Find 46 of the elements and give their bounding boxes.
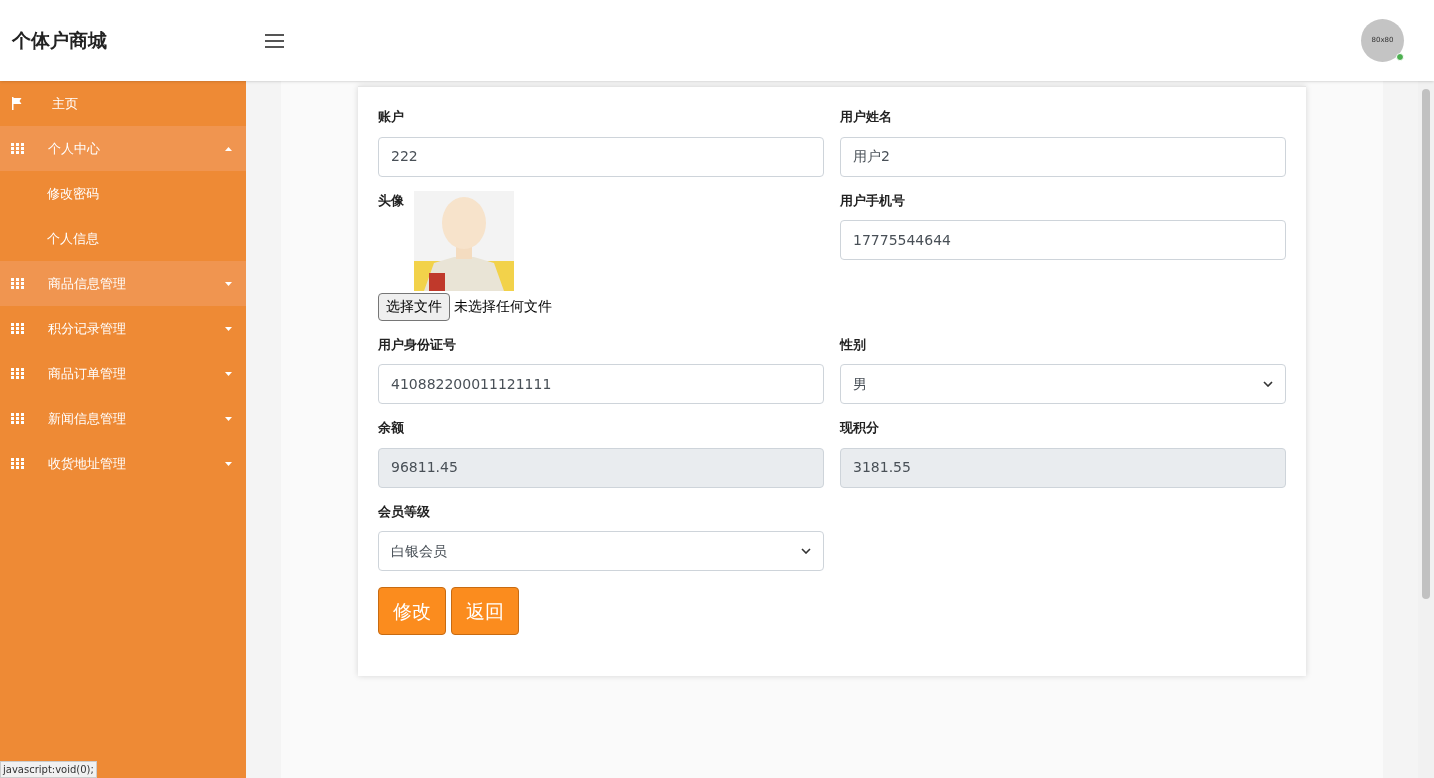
field-label: 用户姓名 [840,108,893,126]
chevron-down-icon [1263,381,1273,387]
file-status: 未选择任何文件 [454,297,552,316]
chevron-down-icon [801,548,811,554]
field-label: 性别 [840,335,867,354]
field-label: 用户身份证号 [378,335,457,354]
caret-icon [225,416,232,421]
grid-icon [11,368,24,379]
field-label: 会员等级 [378,502,431,521]
field-label: 账户 [378,108,405,126]
field-label: 现积分 [840,419,880,437]
input-field[interactable]: 410882200011121111 [378,364,824,404]
submenu-item[interactable]: 修改密码 [0,171,246,216]
caret-icon [225,371,232,376]
caret-icon [225,146,232,151]
select-field[interactable]: 白银会员 [378,531,824,571]
select-field[interactable]: 男 [840,364,1286,404]
grid-icon [11,458,24,469]
site-title: 个体户商城 [12,29,107,52]
field-label: 余额 [378,419,405,437]
sidebar-item[interactable]: 收货地址管理 [0,441,246,486]
caret-icon [225,281,232,286]
sidebar-item[interactable]: 商品订单管理 [0,351,246,396]
input-field[interactable]: 用户2 [840,136,1286,177]
form-button[interactable]: 返回 [451,587,519,635]
submenu-item[interactable]: 个人信息 [0,216,246,261]
choose-file-button[interactable]: 选择文件 [378,292,450,321]
menu-icon[interactable] [265,33,284,48]
grid-icon [11,323,24,334]
sidebar-item[interactable]: 积分记录管理 [0,306,246,351]
field-label: 头像 [378,191,405,210]
caret-icon [225,326,232,331]
grid-icon [11,143,24,154]
input-field[interactable]: 222 [378,136,824,177]
flag-icon [11,97,23,110]
grid-icon [11,278,24,289]
form-button[interactable]: 修改 [378,587,446,635]
caret-icon [225,461,232,466]
sidebar-item[interactable]: 新闻信息管理 [0,396,246,441]
sidebar-item[interactable]: 个人中心 [0,126,246,171]
status-url: javascript:void(0); [0,761,97,778]
input-field[interactable]: 17775544644 [840,220,1286,260]
sidebar-item[interactable]: 商品信息管理 [0,261,246,306]
grid-icon [11,413,24,424]
sidebar-item[interactable]: 主页 [0,81,246,126]
field-label: 用户手机号 [840,191,906,210]
